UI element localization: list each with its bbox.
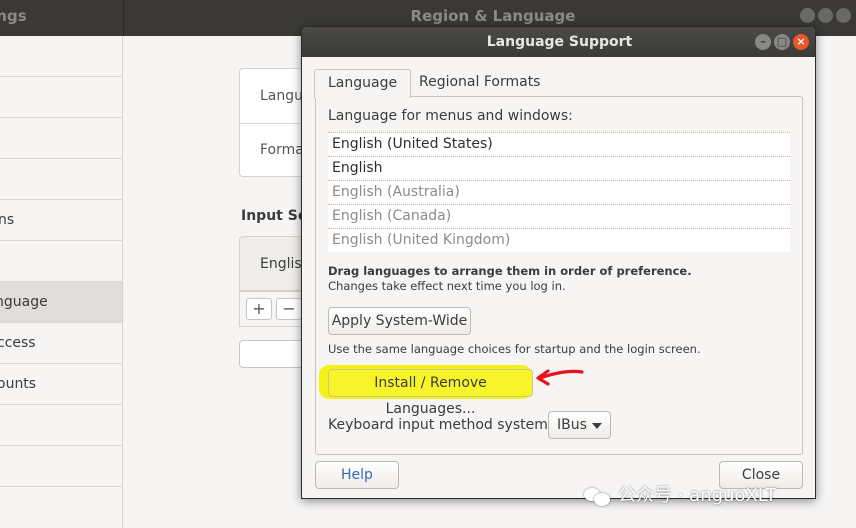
keyboard-input-value: IBus [557, 417, 587, 433]
minimize-icon[interactable]: – [755, 34, 771, 50]
sidebar-item[interactable]: l [0, 118, 122, 159]
keyboard-input-select[interactable]: IBus [548, 411, 611, 439]
sidebar-item[interactable] [0, 159, 122, 200]
watermark: 公众号 · anguoXLT [584, 481, 776, 507]
language-list: English (United States) English English … [328, 132, 790, 252]
close-icon[interactable]: × [793, 34, 809, 50]
add-input-source-button[interactable]: + [246, 298, 272, 320]
sidebar-item[interactable] [0, 405, 122, 446]
list-item[interactable]: English (Australia) [328, 180, 790, 204]
bg-maximize-button[interactable] [818, 8, 833, 23]
apply-system-wide-button[interactable]: Apply System-Wide [328, 307, 471, 335]
changes-note: Changes take effect next time you log in… [328, 279, 566, 293]
titlebar-divider [123, 0, 124, 36]
sidebar-item-universal-access[interactable]: ccess [0, 323, 122, 364]
language-section-label: Language for menus and windows: [328, 108, 573, 124]
drag-note: Drag languages to arrange them in order … [328, 264, 692, 278]
settings-sidebar: l ns nguage ccess ounts [0, 36, 123, 528]
sidebar-item[interactable] [0, 36, 122, 77]
language-support-dialog: Language Support – □ × Language Regional… [301, 26, 816, 499]
tab-regional-formats[interactable]: Regional Formats [406, 69, 553, 97]
list-item[interactable]: English (United States) [328, 132, 790, 156]
formats-row-label[interactable]: Forma [260, 142, 304, 158]
keyboard-input-label: Keyboard input method system: [328, 417, 553, 433]
chevron-down-icon [592, 423, 602, 429]
red-arrow-annotation [536, 369, 584, 386]
sidebar-item[interactable]: ns [0, 200, 122, 241]
install-remove-languages-button[interactable]: Install / Remove Languages... [328, 369, 533, 417]
list-item[interactable]: English (Canada) [328, 204, 790, 228]
bg-close-button[interactable] [836, 8, 851, 23]
tab-language[interactable]: Language [314, 69, 412, 98]
dialog-title: Language Support [486, 34, 633, 50]
settings-title: tings [0, 7, 27, 25]
sidebar-item[interactable] [0, 241, 122, 282]
sidebar-item[interactable] [0, 446, 122, 487]
help-button[interactable]: Help [315, 461, 399, 489]
list-item[interactable]: English [328, 156, 790, 180]
sidebar-item-users[interactable]: ounts [0, 364, 122, 405]
input-sources-heading: Input So [241, 208, 308, 224]
sidebar-item[interactable] [0, 77, 122, 118]
maximize-icon[interactable]: □ [774, 34, 790, 50]
bg-minimize-button[interactable] [800, 8, 815, 23]
wechat-icon [584, 486, 612, 506]
watermark-text: 公众号 · anguoXLT [618, 485, 777, 506]
remove-input-source-button[interactable]: − [276, 298, 302, 320]
sidebar-item-region-language[interactable]: nguage [0, 282, 122, 323]
list-item[interactable]: English (United Kingdom) [328, 228, 790, 252]
same-choices-note: Use the same language choices for startu… [328, 342, 701, 356]
